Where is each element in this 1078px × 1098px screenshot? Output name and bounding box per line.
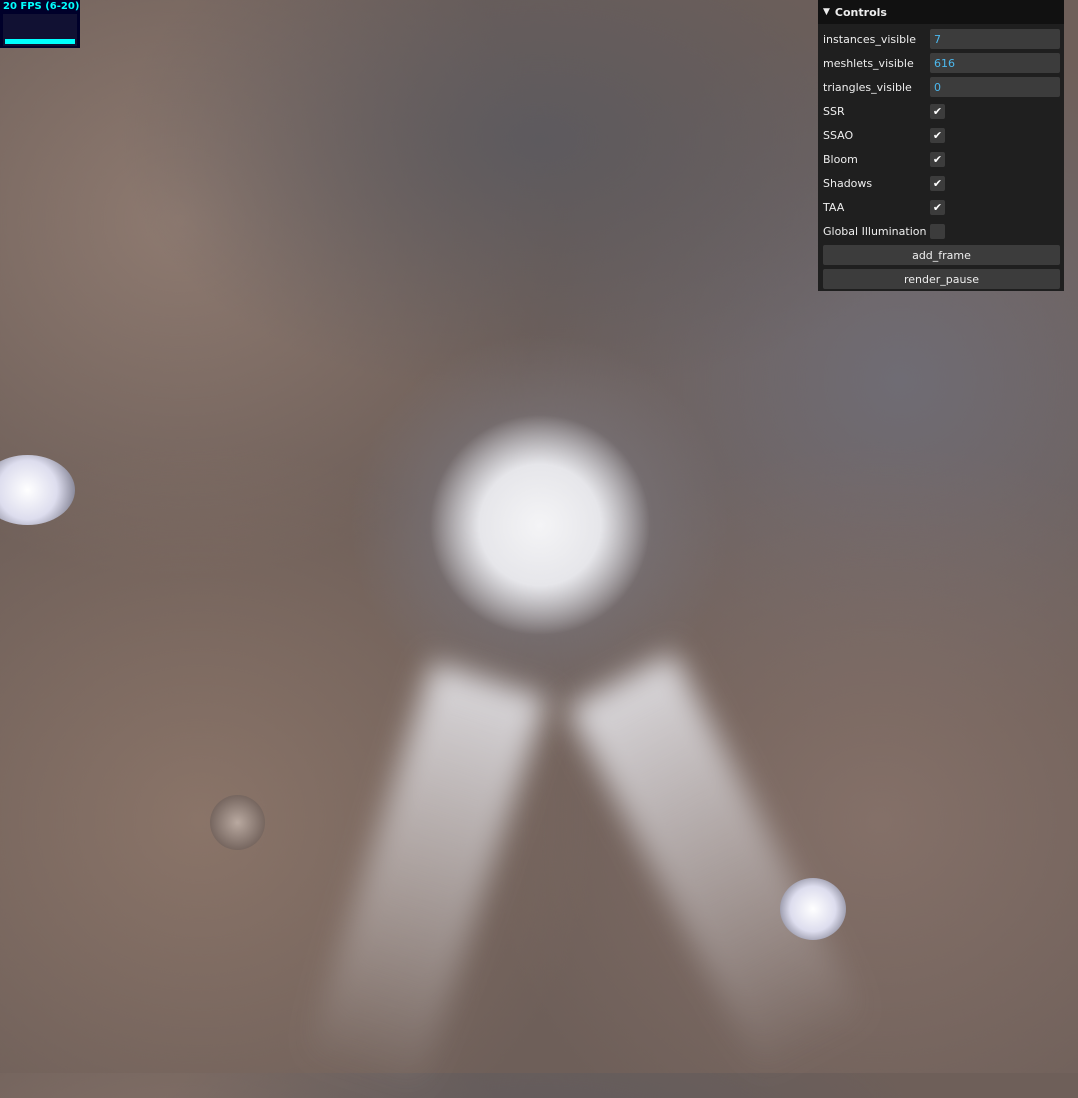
field-label: meshlets_visible bbox=[823, 56, 914, 70]
checkbox[interactable]: ✔ bbox=[930, 151, 945, 167]
toggle-label: Shadows bbox=[823, 176, 873, 190]
field-triangles-visible: triangles_visible 0 bbox=[823, 77, 1061, 97]
chevron-down-icon: ▼ bbox=[823, 7, 830, 17]
toggle-global-illumination: Global Illumination bbox=[823, 221, 1061, 241]
checkbox[interactable]: ✔ bbox=[930, 127, 945, 143]
render-pause-button[interactable]: render_pause bbox=[823, 269, 1060, 289]
field-label: triangles_visible bbox=[823, 80, 912, 94]
controls-title: Controls bbox=[834, 5, 887, 19]
fps-graph bbox=[3, 14, 77, 46]
toggle-taa: TAA ✔ bbox=[823, 197, 1061, 217]
toggle-ssr: SSR ✔ bbox=[823, 101, 1061, 121]
fps-bar bbox=[5, 39, 75, 44]
field-value[interactable]: 0 bbox=[930, 77, 1060, 97]
field-label: instances_visible bbox=[823, 32, 916, 46]
toggle-ssao: SSAO ✔ bbox=[823, 125, 1061, 145]
fps-label: 20 FPS (6-20) bbox=[3, 1, 80, 12]
checkbox[interactable] bbox=[930, 223, 945, 239]
light-beam bbox=[303, 661, 548, 1098]
toggle-label: SSAO bbox=[823, 128, 854, 142]
round-window bbox=[780, 878, 846, 940]
checkbox[interactable]: ✔ bbox=[930, 199, 945, 215]
fps-meter: 20 FPS (6-20) bbox=[0, 0, 80, 48]
field-meshlets-visible: meshlets_visible 616 bbox=[823, 53, 1061, 73]
round-window bbox=[0, 455, 75, 525]
toggle-label: Bloom bbox=[823, 152, 858, 166]
checkbox[interactable]: ✔ bbox=[930, 103, 945, 119]
checkbox[interactable]: ✔ bbox=[930, 175, 945, 191]
add-frame-button[interactable]: add_frame bbox=[823, 245, 1060, 265]
field-value[interactable]: 7 bbox=[930, 29, 1060, 49]
field-instances-visible: instances_visible 7 bbox=[823, 29, 1061, 49]
controls-panel: ▼ Controls instances_visible 7 meshlets_vi… bbox=[818, 0, 1064, 291]
toggle-label: TAA bbox=[823, 200, 845, 214]
toggle-label: SSR bbox=[823, 104, 845, 118]
controls-header[interactable]: ▼ Controls bbox=[818, 0, 1064, 24]
toggle-label: Global Illumination bbox=[823, 224, 927, 238]
round-window bbox=[210, 795, 265, 850]
toggle-bloom: Bloom ✔ bbox=[823, 149, 1061, 169]
light-beam bbox=[567, 651, 871, 1080]
field-value[interactable]: 616 bbox=[930, 53, 1060, 73]
toggle-shadows: Shadows ✔ bbox=[823, 173, 1061, 193]
